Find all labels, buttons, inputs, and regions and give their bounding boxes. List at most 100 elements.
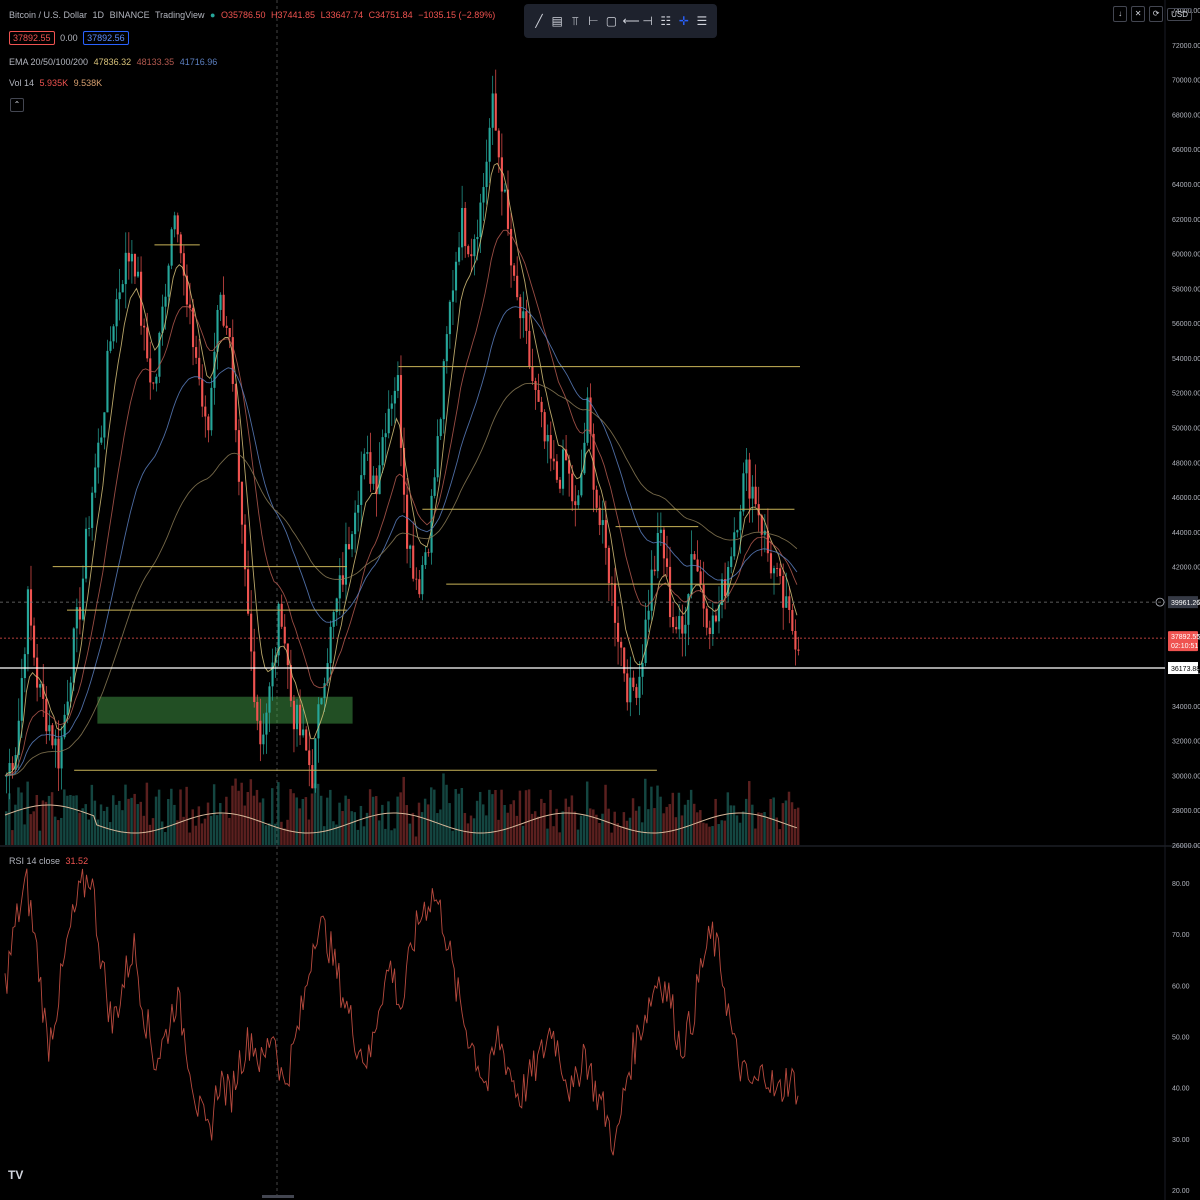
- candle-body: [357, 504, 360, 513]
- candle-body: [124, 252, 127, 285]
- rsi-tick-label: 70.00: [1172, 932, 1190, 939]
- candle-body: [699, 571, 702, 585]
- symbol-name[interactable]: Bitcoin / U.S. Dollar: [9, 10, 87, 20]
- candle-body: [170, 229, 173, 266]
- candle-body: [534, 381, 537, 390]
- close-icon[interactable]: ✕: [1131, 6, 1146, 22]
- candle-body: [513, 265, 516, 276]
- time-scroll-handle: [262, 1195, 294, 1198]
- rsi-legend[interactable]: RSI 14 close 31.52: [9, 856, 91, 866]
- volume-bar: [796, 807, 800, 845]
- buy-button[interactable]: 37892.56: [83, 31, 129, 45]
- volume-bar: [84, 804, 87, 845]
- volume-bar: [408, 823, 412, 845]
- volume-bar: [509, 804, 512, 845]
- volume-bar: [631, 798, 635, 845]
- arrow-icon[interactable]: ⟵: [623, 13, 640, 29]
- candle-body: [733, 532, 736, 557]
- volume-bar: [148, 824, 152, 845]
- volume-bar: [378, 820, 381, 845]
- price-tick-label: 54000.00: [1172, 356, 1200, 363]
- volume-bar: [212, 784, 216, 845]
- volume-bar: [124, 784, 127, 845]
- horizontal-ray-icon[interactable]: ⊢: [586, 13, 600, 29]
- candle-body: [412, 545, 415, 579]
- price-tick-label: 60000.00: [1172, 252, 1200, 259]
- tradingview-logo-icon[interactable]: TV: [8, 1168, 28, 1184]
- volume-bar: [637, 806, 641, 845]
- rsi-line: [4, 868, 799, 1156]
- currency-selector[interactable]: USD: [1167, 7, 1192, 21]
- trend-line-icon[interactable]: ╱: [532, 13, 546, 29]
- volume-bar: [38, 830, 42, 845]
- candle-body: [332, 612, 335, 627]
- volume-bar: [56, 820, 60, 845]
- candle-body: [693, 554, 696, 560]
- candle-body: [265, 712, 268, 735]
- candle-body: [607, 547, 610, 584]
- chart-canvas[interactable]: 74000.0072000.0070000.0068000.0066000.00…: [0, 0, 1200, 1200]
- candle-body: [421, 564, 424, 595]
- candle-body: [268, 686, 271, 713]
- download-icon[interactable]: ↓: [1113, 6, 1128, 22]
- volume-bar: [69, 794, 72, 845]
- volume-bar: [772, 797, 775, 845]
- volume-bar: [319, 795, 323, 845]
- candle-body: [788, 596, 791, 611]
- candle-body: [739, 511, 742, 531]
- sell-button[interactable]: 37892.55: [9, 31, 55, 45]
- volume-bar: [81, 808, 84, 845]
- candle-body: [424, 552, 427, 565]
- volume-bar: [50, 792, 54, 845]
- volume-bar: [384, 828, 387, 845]
- volume-bar: [362, 826, 366, 845]
- candle-body: [653, 569, 656, 572]
- candle-body: [106, 350, 109, 413]
- rectangle-icon[interactable]: ▢: [604, 13, 618, 29]
- volume-bar: [674, 817, 678, 845]
- candle-body: [280, 603, 283, 627]
- exchange-label: BINANCE: [109, 10, 150, 20]
- volume-bar: [705, 823, 708, 845]
- text-lines-icon[interactable]: ☰: [695, 13, 709, 29]
- ema-legend[interactable]: EMA 20/50/100/200 47836.32 48133.35 4171…: [9, 57, 220, 67]
- crosshair-icon[interactable]: ✛: [677, 13, 691, 29]
- volume-bar: [445, 784, 448, 845]
- volume-bar: [699, 810, 702, 845]
- volume-bar: [267, 823, 271, 845]
- volume-bar: [426, 804, 430, 845]
- refresh-icon[interactable]: ⟳: [1149, 6, 1164, 22]
- candle-body: [491, 93, 494, 128]
- fib-retracement-icon[interactable]: ⫪: [568, 13, 582, 29]
- candle-body: [586, 397, 589, 443]
- volume-bar: [160, 821, 164, 845]
- long-position-icon[interactable]: ▤: [550, 13, 564, 29]
- candle-body: [100, 437, 103, 443]
- collapse-legend-icon[interactable]: ⌃: [10, 98, 24, 112]
- candle-body: [644, 619, 647, 663]
- vol-label: Vol 14: [9, 78, 35, 88]
- volume-bar: [610, 832, 613, 845]
- volume-bar: [683, 804, 687, 845]
- volume-bar: [185, 786, 188, 845]
- volume-bar: [145, 782, 149, 845]
- volume-bar: [203, 818, 207, 845]
- pattern-icon[interactable]: ☷: [659, 13, 673, 29]
- volume-bar: [634, 810, 638, 845]
- volume-bar: [417, 802, 421, 845]
- volume-bar: [463, 813, 467, 845]
- volume-bar: [478, 791, 482, 845]
- volume-bar: [240, 782, 243, 845]
- volume-bar: [741, 811, 745, 845]
- volume-bar: [530, 813, 534, 845]
- volume-bar: [485, 815, 488, 845]
- volume-bar: [209, 815, 213, 845]
- candle-body: [78, 607, 81, 620]
- volume-bar: [644, 778, 647, 845]
- volume-bar: [689, 789, 693, 845]
- measure-icon[interactable]: ⊣: [641, 13, 655, 29]
- volume-bar: [533, 811, 537, 845]
- volume-legend[interactable]: Vol 14 5.935K 9.538K: [9, 78, 105, 88]
- volume-bar: [576, 829, 580, 845]
- candle-body: [341, 575, 344, 585]
